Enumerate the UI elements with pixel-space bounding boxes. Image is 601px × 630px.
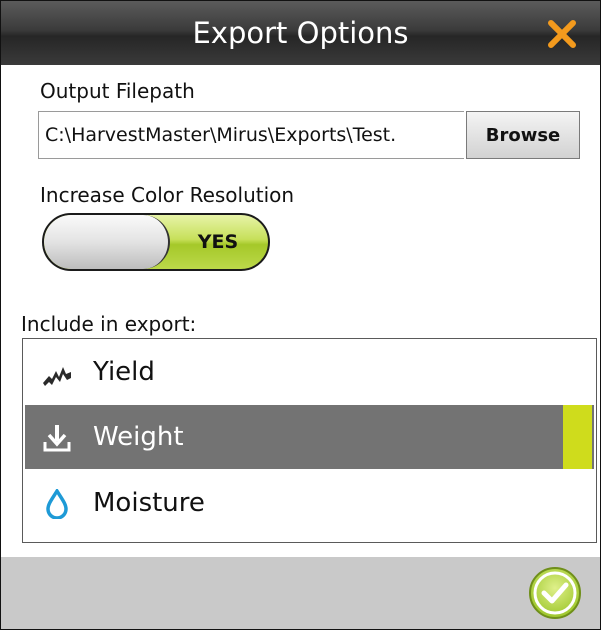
list-item-label: Moisture	[93, 488, 205, 518]
toggle-knob	[44, 215, 170, 269]
selected-indicator	[563, 405, 592, 469]
confirm-button[interactable]	[527, 565, 583, 621]
list-item-weight[interactable]: Weight	[25, 405, 594, 469]
color-resolution-label: Increase Color Resolution	[40, 183, 295, 207]
weight-download-icon	[43, 425, 71, 452]
include-in-export-label: Include in export:	[21, 312, 197, 336]
output-filepath-input[interactable]	[38, 111, 464, 159]
list-item-label: Yield	[93, 357, 155, 387]
dialog-title: Export Options	[192, 16, 409, 50]
list-item-yield[interactable]: Yield	[25, 340, 594, 404]
check-circle-icon	[529, 567, 581, 619]
browse-button[interactable]: Browse	[466, 111, 580, 159]
yield-graph-icon	[43, 367, 71, 386]
export-options-dialog: Export Options Output Filepath Browse In…	[0, 0, 601, 630]
list-item-moisture[interactable]: Moisture	[25, 471, 594, 535]
output-filepath-label: Output Filepath	[40, 79, 195, 103]
dialog-footer	[1, 557, 600, 629]
color-resolution-toggle[interactable]: YES	[42, 213, 270, 271]
title-bar: Export Options	[1, 1, 600, 65]
close-x-icon	[548, 20, 576, 48]
export-item-list: Yield Weight Moisture	[22, 338, 597, 543]
toggle-value: YES	[197, 231, 239, 253]
list-item-label: Weight	[93, 422, 184, 452]
water-drop-icon	[46, 489, 68, 519]
close-button[interactable]	[545, 17, 579, 51]
